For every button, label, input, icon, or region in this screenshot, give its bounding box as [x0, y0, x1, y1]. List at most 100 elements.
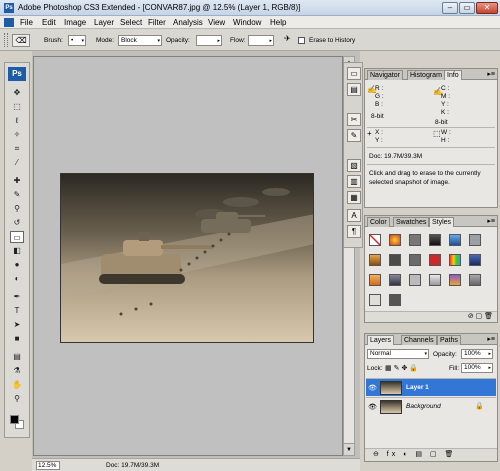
opacity-input[interactable]: ▸ [196, 35, 222, 46]
document-image[interactable] [60, 173, 314, 343]
marquee-tool-icon[interactable]: ⬚ [10, 101, 24, 113]
dock-info-icon[interactable]: ▭ [347, 67, 361, 80]
style-swatch-18[interactable] [469, 274, 481, 286]
type-tool-icon[interactable]: T [10, 305, 24, 317]
style-swatch-12[interactable] [469, 254, 481, 266]
style-swatch-5[interactable] [449, 234, 461, 246]
options-grip[interactable] [4, 33, 8, 47]
panel-dock: ▭ ▤ ✂ ✎ ▧ ▥ ▦ A ¶ [343, 62, 363, 248]
brush-picker[interactable]: • ▾ [68, 35, 86, 46]
style-swatch-11[interactable] [449, 254, 461, 266]
menu-select[interactable]: Select [120, 18, 142, 27]
style-swatch-9[interactable] [409, 254, 421, 266]
hand-tool-icon[interactable]: ✋ [10, 379, 24, 391]
fill-input[interactable]: 100% ▸ [461, 363, 493, 373]
clone-stamp-tool-icon[interactable]: ⚲ [10, 203, 24, 215]
tab-color[interactable]: Color [367, 217, 390, 227]
menu-analysis[interactable]: Analysis [173, 18, 203, 27]
style-swatch-16[interactable] [429, 274, 441, 286]
zoom-field[interactable]: 12.5% [36, 461, 60, 470]
menu-help[interactable]: Help [270, 18, 286, 27]
minimize-button[interactable]: – [442, 2, 458, 14]
menu-window[interactable]: Window [233, 18, 261, 27]
lasso-tool-icon[interactable]: ℓ [10, 115, 24, 127]
blur-tool-icon[interactable]: ● [10, 259, 24, 271]
zoom-tool-icon[interactable]: ⚲ [10, 393, 24, 405]
style-none[interactable] [369, 234, 381, 246]
path-selection-tool-icon[interactable]: ➤ [10, 319, 24, 331]
style-swatch-7[interactable] [369, 254, 381, 266]
layer-opacity-input[interactable]: 100% ▸ [461, 349, 493, 359]
tab-swatches[interactable]: Swatches [393, 217, 430, 227]
magic-wand-tool-icon[interactable]: ✧ [10, 129, 24, 141]
flow-input[interactable]: ▸ [248, 35, 274, 46]
style-swatch-19[interactable] [369, 294, 381, 306]
style-swatch-10[interactable] [429, 254, 441, 266]
dodge-tool-icon[interactable]: ◐ [10, 273, 24, 285]
layers-panel-menu-icon[interactable]: ▸≡ [487, 335, 495, 343]
dock-layercomps-icon[interactable]: ▤ [347, 83, 361, 96]
erase-to-history-checkbox[interactable] [298, 37, 305, 44]
tab-histogram[interactable]: Histogram [407, 70, 445, 80]
style-swatch-8[interactable] [389, 254, 401, 266]
eraser-tool-icon[interactable]: ▭ [10, 231, 24, 243]
eraser-icon[interactable]: ⌫ [12, 34, 30, 47]
mode-select[interactable]: Block ▾ [118, 35, 162, 46]
pen-tool-icon[interactable]: ✒ [10, 291, 24, 303]
style-swatch-6[interactable] [469, 234, 481, 246]
tab-layers[interactable]: Layers [367, 335, 395, 345]
menu-image[interactable]: Image [64, 18, 86, 27]
move-tool-icon[interactable]: ✥ [10, 87, 24, 99]
tab-info[interactable]: Info [444, 70, 462, 80]
styles-panel-menu-icon[interactable]: ▸≡ [487, 217, 495, 225]
foreground-color-swatch[interactable] [10, 415, 19, 424]
style-swatch-20[interactable] [389, 294, 401, 306]
style-swatch-3[interactable] [409, 234, 421, 246]
airbrush-icon[interactable]: ✈ [284, 34, 291, 43]
notes-tool-icon[interactable]: ▤ [10, 351, 24, 363]
dock-history-icon[interactable]: ▥ [347, 175, 361, 188]
menu-layer[interactable]: Layer [94, 18, 114, 27]
dock-paragraph-icon[interactable]: ¶ [347, 225, 361, 238]
style-swatch-4[interactable] [429, 234, 441, 246]
slice-tool-icon[interactable]: ⁄ [10, 157, 24, 169]
info-m: M : [441, 93, 451, 100]
tab-navigator[interactable]: Navigator [367, 70, 403, 80]
blend-mode-select[interactable]: Normal ▾ [367, 349, 429, 359]
menu-view[interactable]: View [208, 18, 225, 27]
tab-paths[interactable]: Paths [437, 335, 461, 345]
tab-styles[interactable]: Styles [429, 217, 455, 227]
scroll-down-icon[interactable]: ▼ [344, 443, 354, 455]
style-swatch-15[interactable] [409, 274, 421, 286]
eye-icon[interactable]: 👁 [368, 403, 377, 411]
menu-filter[interactable]: Filter [148, 18, 166, 27]
gradient-tool-icon[interactable]: ◧ [10, 245, 24, 257]
style-swatch-13[interactable] [369, 274, 381, 286]
layers-footer[interactable]: ⊖ fx ◐ ▤ ▢ 🗑 [365, 448, 497, 461]
dock-character-icon[interactable]: A [347, 209, 361, 222]
styles-footer[interactable]: ⊘ ▢ 🗑 [365, 311, 497, 322]
dock-clone-icon[interactable]: ▧ [347, 159, 361, 172]
layer-row-layer-1[interactable]: 👁 Layer 1 [366, 378, 496, 396]
history-brush-tool-icon[interactable]: ↺ [10, 217, 24, 229]
dock-actions-icon[interactable]: ▦ [347, 191, 361, 204]
crop-tool-icon[interactable]: ⌗ [10, 143, 24, 155]
eyedropper-tool-icon[interactable]: ⚗ [10, 365, 24, 377]
menu-file[interactable]: File [20, 18, 33, 27]
style-swatch-17[interactable] [449, 274, 461, 286]
panel-menu-icon[interactable]: ▸≡ [487, 70, 495, 78]
menu-edit[interactable]: Edit [42, 18, 56, 27]
brush-tool-icon[interactable]: ✎ [10, 189, 24, 201]
shape-tool-icon[interactable]: ■ [10, 333, 24, 345]
lock-icons[interactable]: ▦✎✥🔒 [385, 364, 420, 375]
healing-brush-tool-icon[interactable]: ✚ [10, 175, 24, 187]
style-swatch-14[interactable] [389, 274, 401, 286]
eye-icon[interactable]: 👁 [368, 384, 377, 392]
style-swatch-2[interactable] [389, 234, 401, 246]
layer-row-background[interactable]: 👁 Background 🔒 [366, 397, 496, 415]
maximize-button[interactable]: ▭ [459, 2, 475, 14]
dock-brushes-icon[interactable]: ✎ [347, 129, 361, 142]
dock-tools-icon[interactable]: ✂ [347, 113, 361, 126]
close-button[interactable]: ✕ [476, 2, 498, 14]
tab-channels[interactable]: Channels [401, 335, 437, 345]
